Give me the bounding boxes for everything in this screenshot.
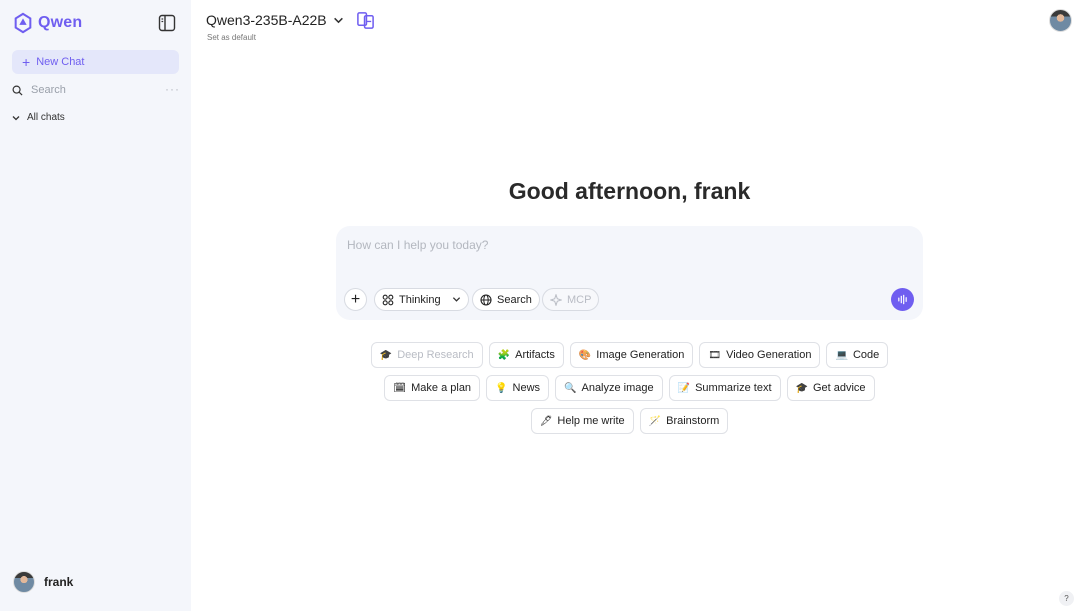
chip-make-a-plan[interactable]: 🗓 Make a plan — [384, 375, 481, 401]
suggestion-chips: 🎓 Deep Research 🧩 Artifacts 🎨 Image Gene… — [336, 342, 923, 434]
chip-artifacts[interactable]: 🧩 Artifacts — [488, 342, 564, 368]
chip-image-generation[interactable]: 🎨 Image Generation — [569, 342, 694, 368]
search-toggle[interactable]: Search — [472, 288, 540, 311]
sidebar: Qwen + New Chat Search ··· All chats fra… — [0, 0, 191, 611]
palette-icon: 🎨 — [578, 349, 592, 361]
search-placeholder: Search — [31, 84, 66, 96]
chip-label: Deep Research — [397, 349, 474, 361]
thinking-label: Thinking — [399, 293, 441, 306]
help-button[interactable]: ? — [1059, 591, 1074, 606]
chip-label: Image Generation — [596, 349, 685, 361]
chip-label: Analyze image — [581, 382, 654, 394]
search-label: Search — [497, 293, 532, 306]
sparkle-icon — [550, 293, 562, 306]
chip-video-generation[interactable]: 🎞 Video Generation — [699, 342, 821, 368]
chat-input[interactable] — [347, 238, 887, 252]
light-bulb-icon: 💡 — [495, 382, 508, 394]
chip-analyze-image[interactable]: 🔍 Analyze image — [555, 375, 663, 401]
magic-wand-icon: 🪄 — [648, 415, 662, 427]
all-chats-toggle[interactable]: All chats — [12, 112, 65, 123]
qwen-logo[interactable]: Qwen — [12, 12, 82, 34]
globe-icon — [480, 293, 492, 306]
more-options-icon[interactable]: ··· — [165, 82, 180, 96]
chevron-down-icon — [12, 115, 20, 120]
chip-summarize-text[interactable]: 📝 Summarize text — [668, 375, 781, 401]
sidebar-toggle-icon[interactable] — [158, 14, 176, 32]
plus-icon: + — [350, 290, 361, 308]
waveform-icon — [898, 294, 907, 305]
compare-models-icon[interactable] — [356, 11, 375, 30]
add-attachment-button[interactable]: + — [344, 288, 367, 311]
chip-label: Video Generation — [726, 349, 812, 361]
voice-input-button[interactable] — [891, 288, 914, 311]
search-icon — [12, 85, 23, 96]
memo-icon: 📝 — [677, 382, 691, 394]
model-name: Qwen3-235B-A22B — [206, 12, 327, 28]
chip-help-me-write[interactable]: 🖋 Help me write — [530, 408, 634, 434]
mcp-label: MCP — [567, 293, 592, 306]
chip-code[interactable]: 💻 Code — [826, 342, 889, 368]
chevron-down-icon[interactable] — [452, 295, 461, 304]
chip-label: Summarize text — [695, 382, 772, 394]
chip-deep-research[interactable]: 🎓 Deep Research — [370, 342, 483, 368]
chip-label: News — [512, 382, 541, 394]
puzzle-icon: 🧩 — [497, 349, 511, 361]
mcp-toggle[interactable]: MCP — [542, 288, 600, 311]
magnifier-icon: 🔍 — [564, 382, 577, 394]
user-profile[interactable]: frank — [13, 571, 73, 593]
chip-label: Code — [852, 349, 880, 361]
sidebar-search[interactable]: Search ··· — [12, 82, 182, 98]
laptop-icon: 💻 — [835, 349, 848, 361]
chat-input-card: + Thinking Search MCP — [336, 226, 923, 320]
chip-label: Make a plan — [411, 382, 472, 394]
new-chat-label: New Chat — [36, 56, 85, 68]
chip-row: 🗓 Make a plan 💡 News 🔍 Analyze image 📝 S… — [384, 375, 875, 401]
chip-label: Artifacts — [515, 349, 555, 361]
chip-brainstorm[interactable]: 🪄 Brainstorm — [639, 408, 729, 434]
avatar — [13, 571, 35, 593]
new-chat-button[interactable]: + New Chat — [12, 50, 179, 74]
calendar-icon: 🗓 — [393, 382, 407, 394]
model-selector[interactable]: Qwen3-235B-A22B — [206, 12, 344, 28]
chip-news[interactable]: 💡 News — [486, 375, 550, 401]
thinking-icon — [382, 294, 394, 305]
chip-label: Help me write — [557, 415, 625, 427]
chip-label: Get advice — [812, 382, 866, 394]
user-name: frank — [44, 575, 74, 589]
pen-icon: 🖋 — [539, 415, 553, 427]
graduation-cap-icon: 🎓 — [795, 382, 808, 394]
user-avatar[interactable] — [1049, 9, 1072, 32]
greeting-title: Good afternoon, frank — [508, 178, 751, 204]
all-chats-label: All chats — [27, 112, 65, 123]
chevron-down-icon — [333, 17, 343, 23]
plus-icon: + — [22, 54, 31, 70]
film-icon: 🎞 — [708, 349, 722, 361]
set-as-default-link[interactable]: Set as default — [207, 33, 256, 42]
chip-get-advice[interactable]: 🎓 Get advice — [786, 375, 875, 401]
app-name: Qwen — [38, 14, 83, 31]
qwen-logo-icon — [14, 12, 32, 34]
thinking-toggle[interactable]: Thinking — [374, 288, 469, 311]
graduation-cap-icon: 🎓 — [379, 349, 393, 361]
chip-row: 🖋 Help me write 🪄 Brainstorm — [530, 408, 729, 434]
chip-row: 🎓 Deep Research 🧩 Artifacts 🎨 Image Gene… — [370, 342, 889, 368]
chip-label: Brainstorm — [666, 415, 720, 427]
